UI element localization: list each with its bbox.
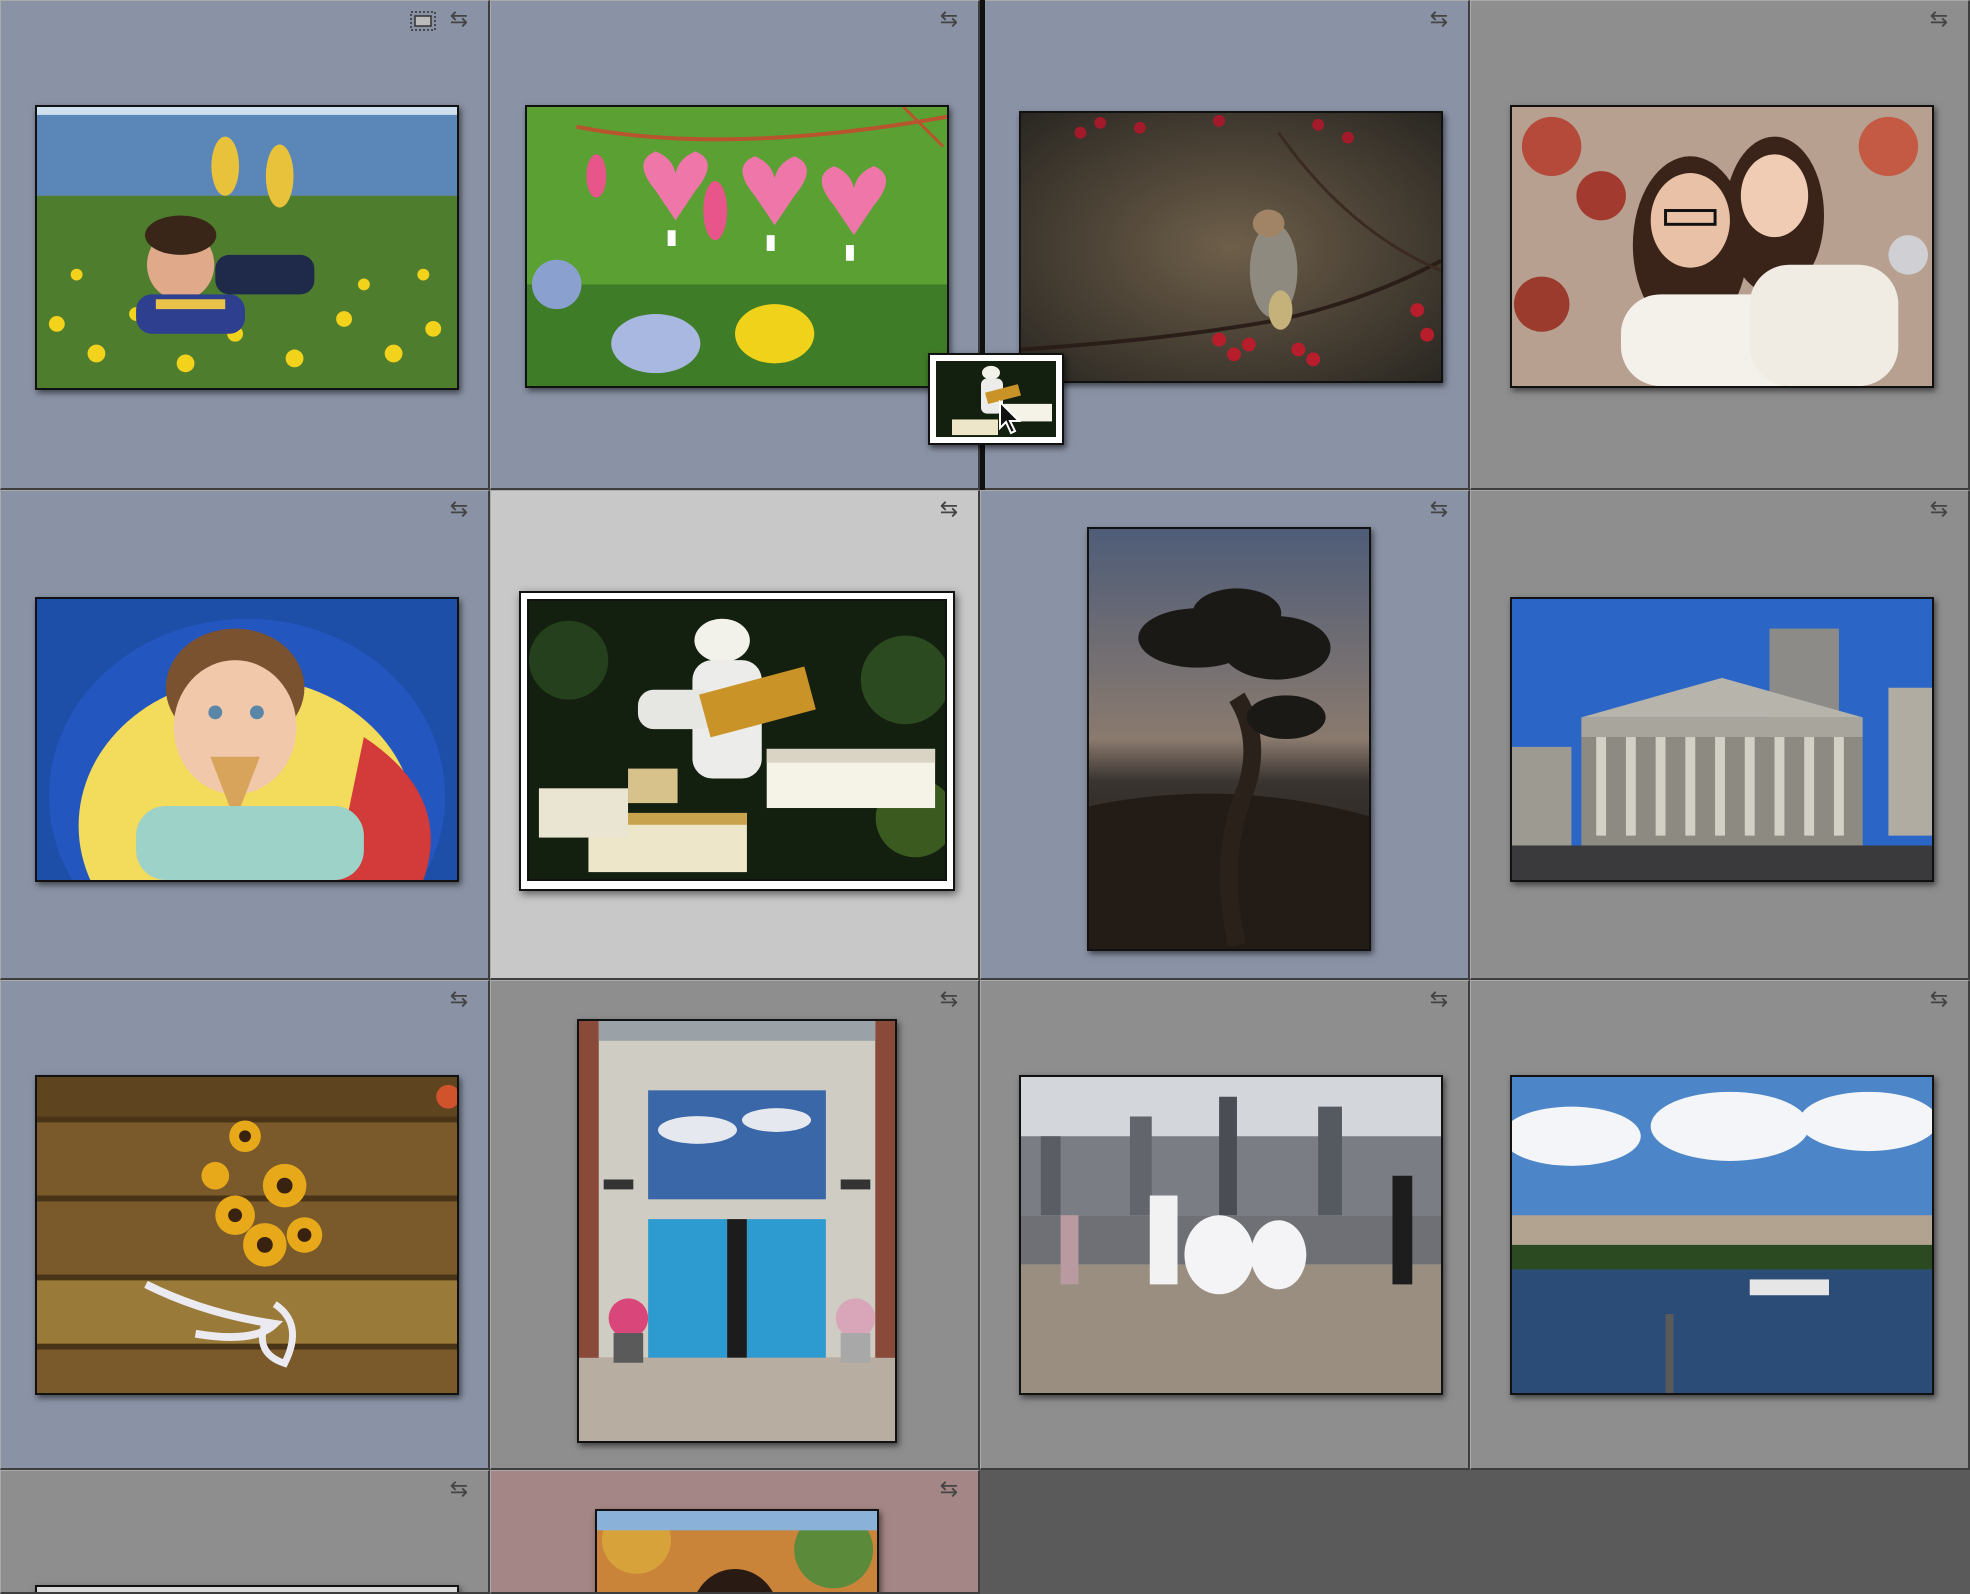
grid-cell[interactable]: ⇆ [1470,490,1970,980]
sync-arrows-icon[interactable]: ⇆ [444,9,474,31]
harbor-skyline-boat-photo [1512,1077,1932,1393]
sync-arrows-icon[interactable]: ⇆ [934,989,964,1011]
sync-arrows-icon[interactable]: ⇆ [934,499,964,521]
grid-cell[interactable]: ⇆ [1470,0,1970,490]
grid-cell[interactable]: ⇆ [490,0,980,490]
boy-eating-ice-cream-cone-photo [37,599,457,880]
grid-cell[interactable]: ⇆ [490,1470,980,1594]
thumbnail-image[interactable] [35,1075,459,1395]
thumbnail-image[interactable] [527,599,947,881]
thumbnail-image[interactable] [1510,105,1934,388]
thumbnail-image[interactable] [1087,527,1371,951]
empty-grid-area [980,1470,1970,1594]
grid-cell[interactable]: ⇆ [0,980,490,1470]
boy-in-dandelion-field-photo [37,107,457,388]
grid-cell[interactable]: ⇆ [0,0,490,490]
portrait-autumn-trees-photo [597,1511,877,1592]
sync-arrows-icon[interactable]: ⇆ [444,989,474,1011]
thumbnail-image[interactable] [1019,1075,1443,1395]
grid-cell[interactable]: ⇆ [0,1470,490,1594]
juniper-tree-silhouette-photo [1089,529,1369,949]
cedar-waxwing-on-berry-branch-photo [1021,113,1441,381]
grid-cell[interactable]: ⇆ [0,490,490,980]
sync-arrows-icon[interactable]: ⇆ [444,1479,474,1501]
wedding-party-on-pier-photo [1021,1077,1441,1393]
bleeding-heart-flowers-photo [527,107,947,386]
sunflowers-on-wood-table-photo [37,1077,457,1393]
mouse-pointer-icon [998,399,1024,436]
filmstrip-grid: ⇆ ⇆ ⇆ ⇆ ⇆ ⇆ ⇆ ⇆ ⇆ ⇆ ⇆ ⇆ ⇆ ⇆ [0,0,1970,1594]
thumbnail-image[interactable] [1510,1075,1934,1395]
courthouse-building-photo [1512,599,1932,880]
beekeeper-with-hives-photo [529,601,945,879]
thumbnail-image[interactable] [1510,597,1934,882]
sync-arrows-icon[interactable]: ⇆ [1924,9,1954,31]
grid-cell[interactable]: ⇆ [980,980,1470,1470]
sync-arrows-icon[interactable]: ⇆ [1924,989,1954,1011]
sync-arrows-icon[interactable]: ⇆ [1424,499,1454,521]
sync-arrows-icon[interactable]: ⇆ [1424,9,1454,31]
drag-preview-thumbnail [928,353,1064,445]
thumbnail-image[interactable] [525,105,949,388]
crop-frame-icon[interactable] [408,10,438,32]
thumbnail-image[interactable] [35,105,459,390]
grid-cell[interactable]: ⇆ [980,490,1470,980]
thumbnail-image[interactable] [1019,111,1443,383]
thumbnail-image[interactable] [35,1585,459,1592]
sync-arrows-icon[interactable]: ⇆ [934,1479,964,1501]
sync-arrows-icon[interactable]: ⇆ [1924,499,1954,521]
thumbnail-image[interactable] [577,1019,897,1443]
grid-cell[interactable]: ⇆ [1470,980,1970,1470]
two-girls-portrait-photo [1512,107,1932,386]
school-blue-doors-photo [579,1021,895,1441]
sync-arrows-icon[interactable]: ⇆ [934,9,964,31]
thumbnail-image[interactable] [595,1509,879,1592]
sync-arrows-icon[interactable]: ⇆ [444,499,474,521]
grid-cell-selected[interactable]: ⇆ [490,490,980,980]
thumbnail-image[interactable] [35,597,459,882]
grid-cell[interactable]: ⇆ [490,980,980,1470]
sync-arrows-icon[interactable]: ⇆ [1424,989,1454,1011]
